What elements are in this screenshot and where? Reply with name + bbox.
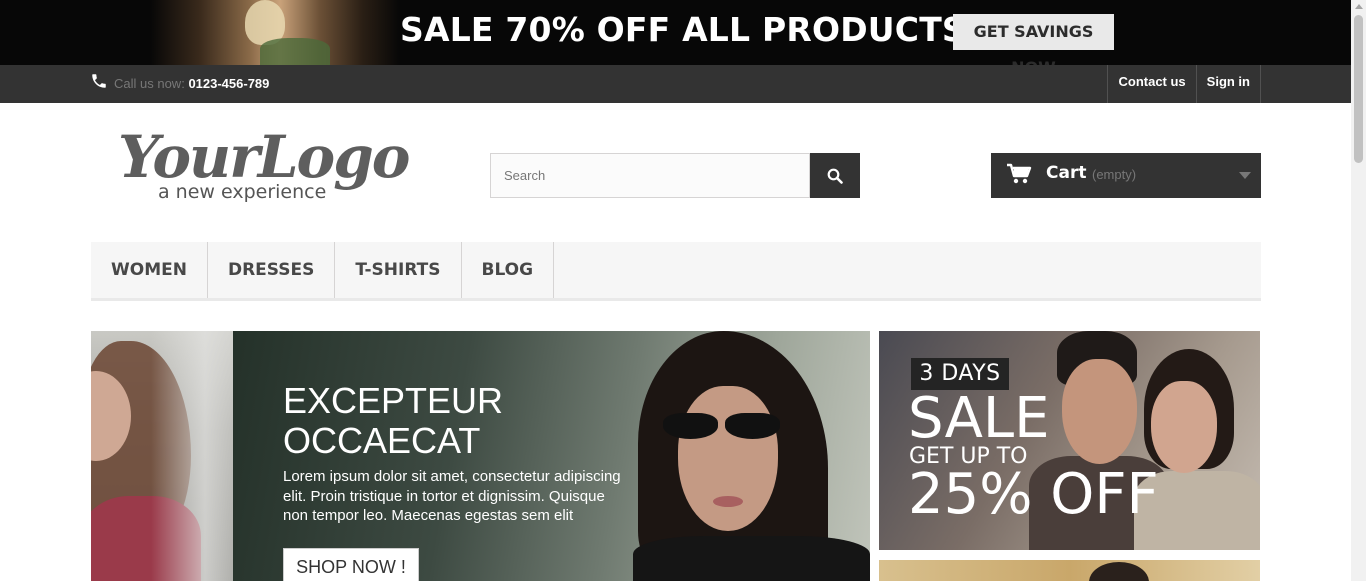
slide-description: Lorem ipsum dolor sit amet, consectetur … <box>283 468 621 524</box>
sign-in-link[interactable]: Sign in <box>1195 65 1261 103</box>
main-menu: WOMEN DRESSES T-SHIRTS BLOG <box>91 242 1261 301</box>
call-us-text: Call us now: 0123-456-789 <box>114 76 269 91</box>
sale-discount: 25% OFF <box>908 462 1159 527</box>
logo-tagline: a new experience <box>158 181 327 203</box>
hero-slider[interactable]: EXCEPTEUR OCCAECAT Lorem ipsum dolor sit… <box>91 331 870 581</box>
contact-us-link[interactable]: Contact us <box>1107 65 1195 103</box>
slide-title-line-1: EXCEPTEUR <box>283 380 504 421</box>
search-button[interactable] <box>810 153 860 198</box>
call-us-label: Call us now: <box>114 76 185 91</box>
sale-headline: SALE <box>908 386 1050 451</box>
secondary-banner[interactable] <box>879 560 1260 581</box>
phone-icon <box>90 72 108 90</box>
cart-label: Cart <box>1046 163 1087 183</box>
promo-model-photo <box>150 0 400 65</box>
slide-title: EXCEPTEUR OCCAECAT <box>283 381 503 461</box>
menu-item-women[interactable]: WOMEN <box>91 242 208 298</box>
scrollbar-thumb[interactable] <box>1354 15 1363 163</box>
get-savings-button[interactable]: GET SAVINGS NOW <box>953 14 1114 65</box>
previous-slide-image <box>91 331 241 581</box>
slide-model-image <box>633 331 870 581</box>
promo-banner[interactable]: SALE 70% OFF ALL PRODUCTS GET SAVINGS NO… <box>0 0 1351 65</box>
shop-now-button[interactable]: SHOP NOW ! <box>283 548 419 581</box>
scroll-up-arrow-icon[interactable] <box>1355 4 1363 9</box>
page-scrollbar[interactable] <box>1351 0 1366 581</box>
menu-item-blog[interactable]: BLOG <box>462 242 555 298</box>
cart-button[interactable]: Cart (empty) <box>991 153 1261 198</box>
top-links: Contact us Sign in <box>1107 65 1261 103</box>
search-icon <box>827 168 843 184</box>
cart-status: (empty) <box>1092 167 1137 182</box>
slide-title-line-2: OCCAECAT <box>283 420 481 461</box>
promo-headline: SALE 70% OFF ALL PRODUCTS <box>400 10 966 49</box>
shopping-cart-icon <box>1007 163 1032 184</box>
menu-item-dresses[interactable]: DRESSES <box>208 242 336 298</box>
search-form <box>490 153 860 198</box>
site-logo[interactable]: YourLogo a new experience <box>115 123 410 215</box>
phone-number: 0123-456-789 <box>188 76 270 91</box>
page: SALE 70% OFF ALL PRODUCTS GET SAVINGS NO… <box>0 0 1366 581</box>
top-bar: Call us now: 0123-456-789 Contact us Sig… <box>0 65 1351 103</box>
sale-banner[interactable]: 3 DAYS SALE GET UP TO 25% OFF <box>879 331 1260 550</box>
search-input[interactable] <box>490 153 810 198</box>
chevron-down-icon <box>1239 172 1251 179</box>
menu-item-t-shirts[interactable]: T-SHIRTS <box>335 242 462 298</box>
